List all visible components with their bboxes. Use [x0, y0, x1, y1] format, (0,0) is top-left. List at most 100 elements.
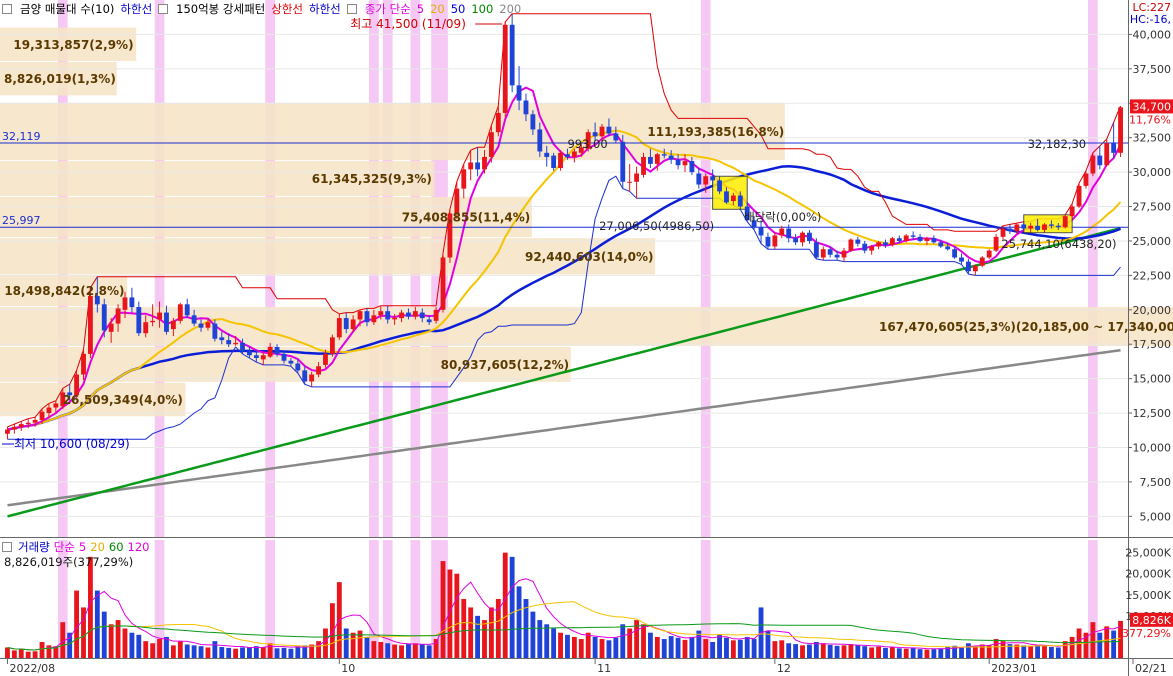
volume-bar: [938, 648, 944, 658]
volume-legend-item[interactable]: 60: [109, 540, 124, 554]
volume-legend-item[interactable]: 거래량: [18, 539, 50, 555]
candle-body: [219, 337, 225, 341]
volume-bar: [1111, 630, 1117, 658]
y-axis-label: 30,000: [1133, 166, 1172, 179]
volume-profile-label: 92,440,603(14,0%): [525, 250, 654, 264]
volume-bar: [226, 647, 232, 658]
volume-bar: [1042, 645, 1047, 658]
y-axis-label: 32,500: [1133, 132, 1172, 145]
price-legend-item[interactable]: 50: [451, 2, 466, 16]
y-axis-label: 25,000: [1133, 235, 1172, 248]
y-axis-label: 40,000: [1133, 28, 1172, 41]
volume-bar: [896, 648, 902, 658]
price-legend-item[interactable]: 하한선: [120, 1, 152, 17]
candle-body: [966, 261, 971, 272]
volume-bar: [447, 569, 453, 658]
highlight-column: [265, 540, 276, 658]
y-axis-label: 5,000: [1140, 510, 1172, 523]
candle-body: [1104, 143, 1110, 166]
candle-body: [765, 236, 771, 247]
volume-bar: [364, 636, 370, 658]
price-legend-item[interactable]: 150억봉 강세패턴: [176, 1, 265, 17]
volume-bar: [578, 639, 584, 658]
candle-body: [724, 191, 729, 203]
legend-checkbox[interactable]: [158, 4, 169, 14]
price-legend-item[interactable]: 종가 단순: [365, 1, 411, 17]
volume-bar: [599, 639, 605, 658]
candle-body: [323, 353, 328, 365]
volume-legend-item[interactable]: 5: [79, 540, 86, 554]
volume-bar: [1048, 647, 1054, 658]
candle-body: [565, 154, 570, 157]
candle-body: [419, 312, 425, 319]
candle-body: [288, 360, 294, 364]
y-axis-label: 22,500: [1133, 269, 1172, 282]
volume-profile-label: 111,193,385(16,8%): [647, 125, 784, 139]
candle-body: [385, 311, 391, 320]
candle-body: [827, 249, 833, 255]
volume-bar: [648, 632, 653, 658]
volume-legend-item[interactable]: 단순: [54, 539, 75, 555]
volume-bar: [737, 639, 743, 658]
volume-bar: [122, 628, 128, 658]
volume-bar: [606, 640, 612, 658]
candle-body: [129, 297, 135, 308]
price-legend-item[interactable]: 200: [499, 2, 521, 16]
volume-bar: [730, 640, 736, 658]
candle-body: [779, 228, 785, 236]
volume-legend-item[interactable]: 20: [90, 540, 105, 554]
price-legend-item[interactable]: 금양 매물대 수(10): [20, 1, 114, 17]
volume-bar: [862, 646, 868, 658]
legend-checkbox[interactable]: [346, 4, 357, 14]
volume-bar: [931, 649, 937, 658]
candle-body: [668, 155, 674, 160]
volume-bar: [329, 603, 335, 658]
legend-checkbox[interactable]: [2, 542, 12, 552]
price-legend-item[interactable]: 하한선: [309, 1, 341, 17]
x-axis-label: 12: [777, 662, 791, 675]
candle-body: [267, 346, 273, 357]
candle-body: [883, 242, 888, 246]
volume-bar: [440, 561, 446, 658]
candle-body: [426, 319, 432, 323]
y-axis-label: 20,000: [1133, 304, 1172, 317]
volume-bar: [565, 634, 570, 658]
candle-body: [184, 304, 190, 316]
x-axis-label: 10: [341, 662, 355, 675]
volume-bar: [613, 637, 619, 658]
price-legend-item[interactable]: 20: [430, 2, 445, 16]
y-axis-label: 15,000: [1133, 373, 1172, 386]
current-price-label: 34,700: [1133, 100, 1172, 113]
volume-bar: [668, 636, 674, 658]
candle-body: [862, 243, 868, 251]
stock-chart[interactable]: 32,119 25,997 19,313,857(2,9%) 8,826,019(1,…: [0, 0, 1173, 676]
candle-body: [641, 156, 646, 175]
volume-info: 8,826,019주(377,29%): [4, 555, 134, 569]
volume-profile-label: 26,509,349(4,0%): [63, 393, 183, 407]
hc-label: HC:-16,: [1130, 13, 1171, 26]
volume-bar: [343, 628, 349, 658]
candle-body: [710, 176, 716, 181]
candle-body: [482, 156, 487, 170]
volume-bar: [74, 590, 80, 658]
candle-body: [468, 162, 474, 170]
price-legend-item[interactable]: 5: [417, 2, 424, 16]
candle-body: [399, 312, 404, 319]
volume-legend-item[interactable]: 120: [128, 540, 150, 554]
volume-axis-label: 25,000K: [1125, 547, 1171, 560]
price-legend-item[interactable]: 100: [471, 2, 493, 16]
candle-body: [1097, 155, 1103, 166]
price-legend-item[interactable]: 상한선: [271, 1, 303, 17]
candle-body: [689, 161, 695, 173]
volume-bar: [184, 644, 190, 658]
candle-body: [793, 238, 799, 243]
volume-bar: [399, 645, 404, 658]
legend-checkbox[interactable]: [2, 4, 12, 14]
volume-bar: [910, 647, 916, 658]
candle-body: [302, 370, 308, 382]
candle-body: [1028, 225, 1034, 229]
candle-body: [1042, 224, 1047, 230]
candle-body: [253, 355, 259, 358]
horizontal-level-label: 25,997: [2, 214, 41, 227]
candle-body: [11, 426, 17, 430]
